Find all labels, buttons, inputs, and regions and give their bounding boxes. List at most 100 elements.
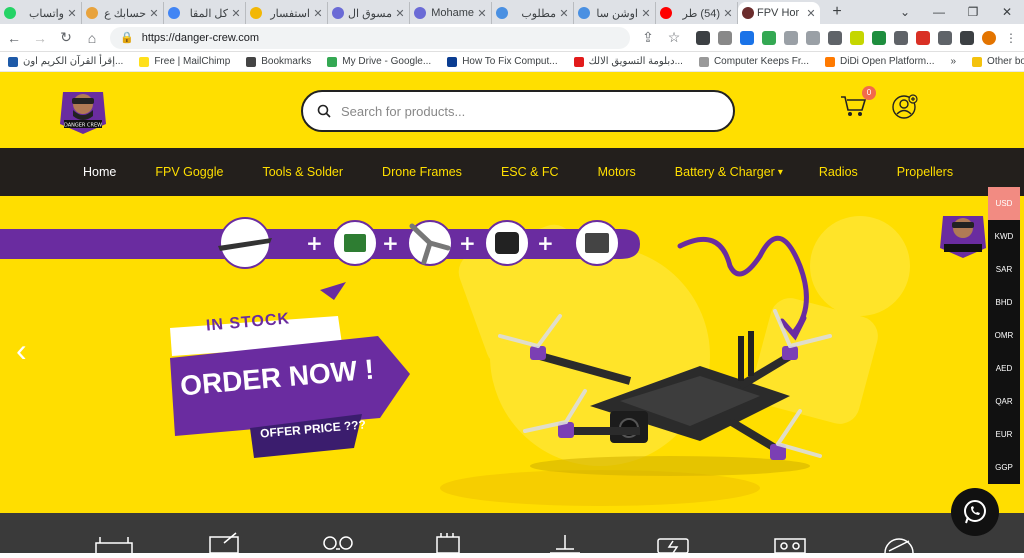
currency-option[interactable]: EUR (988, 418, 1020, 451)
share-icon[interactable]: ⇪ (640, 29, 656, 46)
currency-option[interactable]: BHD (988, 286, 1020, 319)
more-bookmarks-icon[interactable]: » (950, 56, 956, 67)
maximize-button[interactable]: ❐ (956, 5, 990, 19)
bookmark-label: دبلومة التسويق الالك... (588, 56, 683, 67)
browser-tab[interactable]: ✕ استفسار (246, 2, 328, 24)
category-strip (0, 513, 1024, 558)
tab-close-icon[interactable]: ✕ (559, 7, 569, 20)
browser-tab[interactable]: ✕ واتساب (0, 2, 82, 24)
bookmark-favicon-icon (447, 56, 458, 67)
menu-icon[interactable]: ⋮ (1004, 31, 1018, 45)
close-window-button[interactable]: ✕ (990, 5, 1024, 19)
nav-item-tools-solder[interactable]: Tools & Solder (262, 165, 343, 179)
tab-title: (54) طر (682, 7, 720, 20)
currency-option[interactable]: KWD (988, 220, 1020, 253)
nav-item-home[interactable]: Home (83, 165, 116, 179)
extension-icon[interactable] (784, 30, 798, 45)
tab-search-icon[interactable]: ⌄ (888, 5, 922, 19)
chevron-down-icon[interactable]: ▾ (778, 167, 783, 178)
bookmark-favicon-icon (327, 56, 338, 67)
address-bar[interactable]: 🔒 https://danger-crew.com (110, 26, 630, 49)
tab-close-icon[interactable]: ✕ (806, 7, 816, 20)
nav-item-esc-fc[interactable]: ESC & FC (501, 165, 559, 179)
bookmark-item[interactable]: How To Fix Comput... (447, 56, 558, 67)
browser-tab[interactable]: ✕ حسابك ع (82, 2, 164, 24)
bookmark-item[interactable]: إقرأ القرآن الكريم اون... (8, 56, 123, 67)
bookmark-item[interactable]: My Drive - Google... (327, 56, 431, 67)
back-icon[interactable]: ← (6, 30, 22, 46)
currency-option[interactable]: AED (988, 352, 1020, 385)
extension-icon[interactable] (718, 30, 732, 45)
browser-tab[interactable]: ✕ اوشن سا (574, 2, 656, 24)
svg-text:+: + (537, 231, 554, 255)
extension-icon[interactable] (872, 30, 886, 45)
home-icon[interactable]: ⌂ (84, 30, 100, 46)
extension-icon[interactable] (696, 30, 710, 45)
search-input[interactable]: Search for products... (341, 104, 465, 119)
bookmark-favicon-icon (698, 56, 709, 67)
currency-option[interactable]: QAR (988, 385, 1020, 418)
danger-crew-logo[interactable]: DANGER CREW (58, 84, 108, 136)
new-tab-button[interactable]: + (826, 3, 848, 21)
browser-tab[interactable]: ✕ كل المقا (164, 2, 246, 24)
currency-option[interactable]: GGP (988, 451, 1020, 484)
extension-icon[interactable] (850, 30, 864, 45)
tab-favicon-icon (86, 7, 98, 19)
svg-text:DANGER CREW: DANGER CREW (64, 123, 102, 129)
other-bookmarks[interactable]: Other bookmarks (972, 56, 1024, 67)
nav-item-battery-charger[interactable]: Battery & Charger (675, 165, 775, 179)
profile-icon[interactable] (982, 30, 996, 45)
bookmark-item[interactable]: دبلومة التسويق الالك... (573, 56, 683, 67)
browser-tab[interactable]: ✕ Mohame (410, 2, 492, 24)
bookmark-item[interactable]: Bookmarks (246, 56, 311, 67)
slider-prev-arrow[interactable]: ‹ (16, 332, 27, 369)
currency-option[interactable]: USD (988, 187, 1020, 220)
puzzle-icon[interactable] (938, 30, 952, 45)
tab-title: مسوق ال (347, 7, 392, 20)
currency-option[interactable]: SAR (988, 253, 1020, 286)
account-icon[interactable] (892, 94, 918, 125)
whatsapp-chat-button[interactable] (951, 488, 999, 536)
whatsapp-icon (964, 500, 986, 524)
forward-icon[interactable]: → (32, 30, 48, 46)
bookmark-item[interactable]: Free | MailChimp (139, 56, 230, 67)
tab-favicon-icon (250, 7, 262, 19)
extension-icon[interactable] (916, 30, 930, 45)
cart-icon[interactable] (840, 94, 867, 123)
sidebar-icon[interactable] (960, 30, 974, 45)
reload-icon[interactable]: ↻ (58, 29, 74, 46)
extension-icon[interactable] (894, 30, 908, 45)
extension-icon[interactable] (828, 30, 842, 45)
tab-title: مطلوب (521, 7, 556, 20)
currency-option[interactable]: OMR (988, 319, 1020, 352)
product-search[interactable]: Search for products... (301, 90, 735, 132)
browser-tab[interactable]: ✕ (54) طر (656, 2, 738, 24)
tab-close-icon[interactable]: ✕ (231, 7, 241, 20)
bookmark-item[interactable]: DiDi Open Platform... (825, 56, 934, 67)
browser-tab[interactable]: FPV Hor ✕ (738, 2, 820, 24)
minimize-button[interactable]: — (922, 5, 956, 19)
browser-tab[interactable]: ✕ مطلوب (492, 2, 574, 24)
tab-close-icon[interactable]: ✕ (395, 7, 405, 20)
tab-title: Mohame (431, 7, 474, 19)
bookmark-label: إقرأ القرآن الكريم اون... (23, 56, 124, 67)
tab-close-icon[interactable]: ✕ (641, 7, 651, 20)
bookmark-item[interactable]: Computer Keeps Fr... (698, 56, 809, 67)
nav-item-radios[interactable]: Radios (819, 165, 858, 179)
browser-tab[interactable]: ✕ مسوق ال (328, 2, 410, 24)
bookmark-star-icon[interactable]: ☆ (666, 29, 682, 46)
extension-icon[interactable] (740, 30, 754, 45)
nav-item-propellers[interactable]: Propellers (897, 165, 953, 179)
extensions-area: ⋮ (696, 30, 1018, 45)
nav-item-drone-frames[interactable]: Drone Frames (382, 165, 462, 179)
tab-close-icon[interactable]: ✕ (723, 7, 733, 20)
tab-close-icon[interactable]: ✕ (67, 7, 77, 20)
tab-close-icon[interactable]: ✕ (149, 7, 159, 20)
tab-close-icon[interactable]: ✕ (477, 7, 487, 20)
nav-item-motors[interactable]: Motors (598, 165, 636, 179)
tab-close-icon[interactable]: ✕ (313, 7, 323, 20)
extension-icon[interactable] (762, 30, 776, 45)
nav-item-fpv-goggle[interactable]: FPV Goggle (155, 165, 223, 179)
tab-title: اوشن سا (596, 7, 638, 20)
extension-icon[interactable] (806, 30, 820, 45)
